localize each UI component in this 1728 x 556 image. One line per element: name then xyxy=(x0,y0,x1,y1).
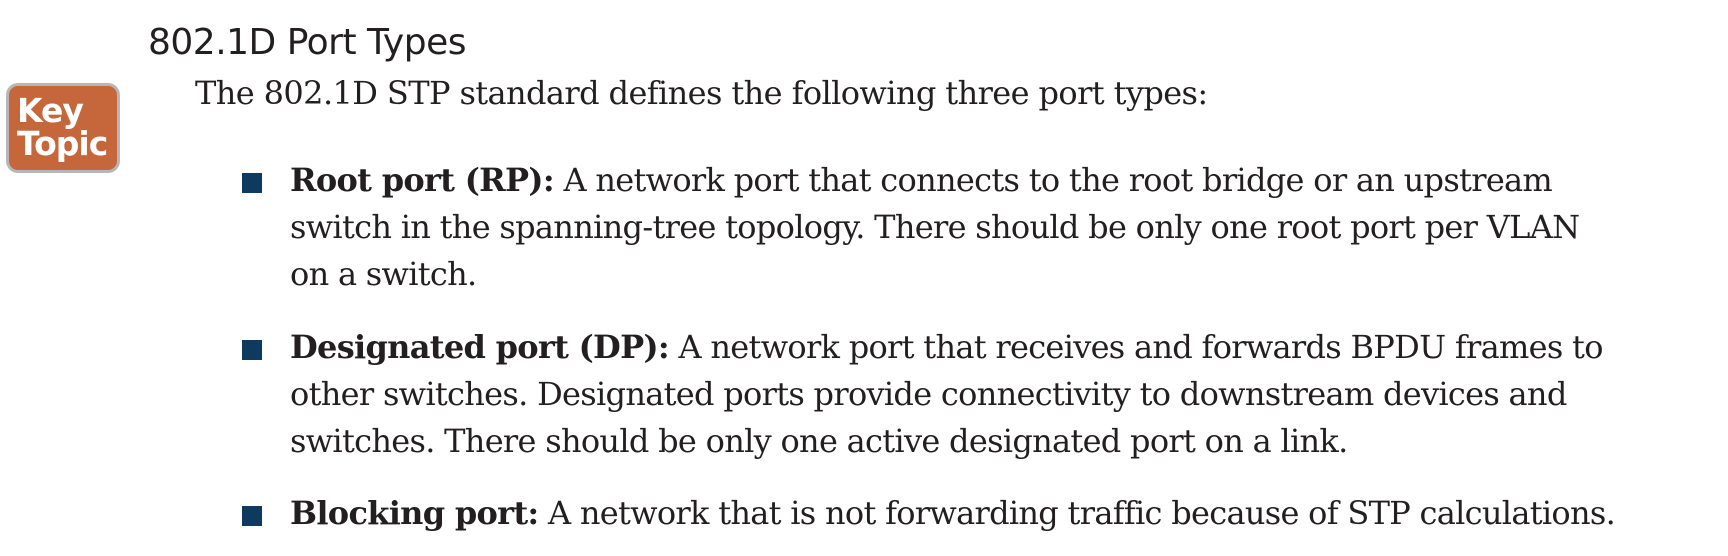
square-bullet-icon xyxy=(242,506,262,526)
item-line: on a switch. xyxy=(290,255,477,293)
item-line: A network port that receives and forward… xyxy=(669,328,1604,366)
term-blocking-port: Blocking port: xyxy=(290,494,539,532)
item-line: A network port that connects to the root… xyxy=(553,161,1553,199)
intro-paragraph: The 802.1D STP standard defines the foll… xyxy=(195,74,1208,112)
term-designated-port: Designated port (DP): xyxy=(290,328,670,366)
square-bullet-icon xyxy=(242,340,262,360)
badge-line-key: Key xyxy=(17,91,84,130)
list-item-text: Root port (RP): A network port that conn… xyxy=(290,157,1670,298)
item-line: A network that is not forwarding traffic… xyxy=(538,494,1616,532)
term-root-port: Root port (RP): xyxy=(290,161,555,199)
badge-line-topic: Topic xyxy=(17,124,108,163)
list-item-text: Blocking port: A network that is not for… xyxy=(290,490,1670,537)
list-item-text: Designated port (DP): A network port tha… xyxy=(290,324,1670,465)
section-heading: 802.1D Port Types xyxy=(148,22,466,63)
item-line: switches. There should be only one activ… xyxy=(290,422,1348,460)
key-topic-badge: Key Topic xyxy=(6,83,120,173)
item-line: other switches. Designated ports provide… xyxy=(290,375,1567,413)
item-line: switch in the spanning-tree topology. Th… xyxy=(290,208,1580,246)
square-bullet-icon xyxy=(242,173,262,193)
